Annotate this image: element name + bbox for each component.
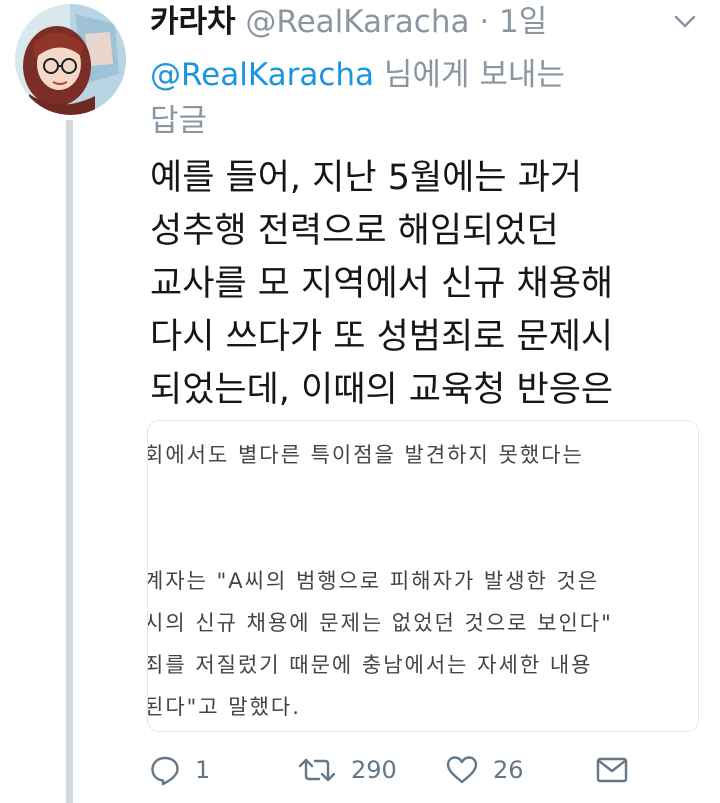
tweet-text-line: 성추행 전력으로 해임되었던 bbox=[150, 211, 559, 251]
avatar[interactable] bbox=[15, 4, 126, 115]
like-button[interactable]: 26 bbox=[445, 748, 524, 792]
display-name[interactable]: 카라차 bbox=[150, 4, 236, 40]
tweet-text-line: 교사를 모 지역에서 신규 채용해 bbox=[150, 264, 614, 304]
chevron-down-icon[interactable] bbox=[670, 6, 700, 36]
reply-button[interactable]: 1 bbox=[149, 748, 210, 792]
image-text-line: 회에서도 별다른 특이점을 발견하지 못했다는 bbox=[147, 443, 584, 467]
image-text-line: 된다"고 말했다. bbox=[147, 695, 301, 719]
retweet-button[interactable]: 290 bbox=[297, 748, 397, 792]
avatar-image bbox=[15, 4, 126, 115]
tweet-timestamp[interactable]: 1일 bbox=[499, 4, 547, 40]
user-handle[interactable]: @RealKaracha bbox=[245, 4, 469, 40]
direct-message-button[interactable] bbox=[595, 748, 629, 792]
tweet-actions: 1 290 26 bbox=[147, 748, 687, 792]
image-text-line: 죄를 저질렀기 때문에 충남에서는 자세한 내용 bbox=[147, 653, 593, 677]
reply-icon bbox=[149, 754, 181, 786]
reply-to-suffix: 님에게 보내는 bbox=[374, 57, 565, 93]
tweet-header: 카라차 @RealKaracha · 1일 bbox=[150, 0, 670, 44]
image-text-line: 계자는 "A씨의 범행으로 피해자가 발생한 것은 bbox=[147, 569, 600, 593]
thread-line bbox=[66, 120, 73, 803]
tweet-text-line: 되었는데, 이때의 교육청 반응은 bbox=[150, 370, 614, 410]
tweet-text: 예를 들어, 지난 5월에는 과거 성추행 전력으로 해임되었던 교사를 모 지… bbox=[150, 152, 690, 417]
time-separator: · bbox=[479, 4, 490, 40]
reply-mention-link[interactable]: @RealKaracha bbox=[150, 57, 374, 93]
tweet-text-line: 예를 들어, 지난 5월에는 과거 bbox=[150, 158, 583, 198]
reply-count: 1 bbox=[195, 756, 211, 784]
tweet-image[interactable]: 회에서도 별다른 특이점을 발견하지 못했다는 계자는 "A씨의 범행으로 피해… bbox=[147, 420, 699, 732]
image-text-line: 시의 신규 채용에 문제는 없었던 것으로 보인다" bbox=[147, 611, 613, 635]
like-icon bbox=[445, 754, 479, 786]
reply-context: @RealKaracha 님에게 보내는 답글 bbox=[150, 52, 690, 144]
retweet-icon bbox=[297, 754, 337, 786]
tweet-text-line: 다시 쓰다가 또 성범죄로 문제시 bbox=[150, 317, 614, 357]
like-count: 26 bbox=[493, 756, 524, 784]
direct-message-icon bbox=[595, 755, 629, 785]
reply-to-line2: 답글 bbox=[150, 103, 208, 139]
retweet-count: 290 bbox=[351, 756, 397, 784]
